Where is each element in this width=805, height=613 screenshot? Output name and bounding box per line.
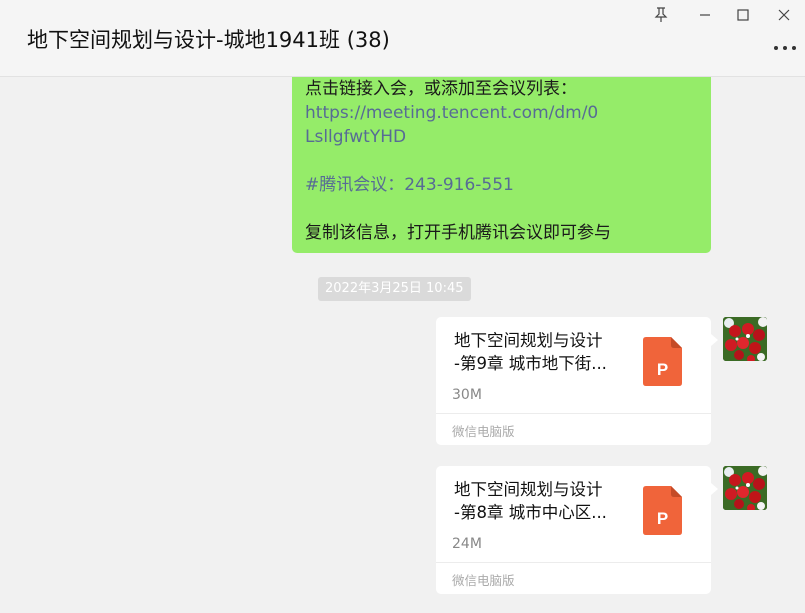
bubble-arrow — [711, 334, 718, 346]
file-size: 30M — [452, 387, 482, 403]
file-message-card[interactable]: 地下空间规划与设计 -第9章 城市地下街... P 30M 微信电脑版 — [436, 317, 711, 445]
file-source-label: 微信电脑版 — [452, 573, 515, 588]
close-icon[interactable] — [774, 5, 794, 25]
divider — [436, 562, 711, 563]
message-list[interactable]: 点击链接入会，或添加至会议列表： https://meeting.tencent… — [0, 77, 805, 613]
rose-bouquet-avatar[interactable] — [723, 466, 767, 510]
ppt-file-icon: P — [643, 337, 682, 386]
file-name: 地下空间规划与设计 -第8章 城市中心区... — [454, 480, 607, 522]
meeting-join-text: 点击链接入会，或添加至会议列表： — [305, 79, 577, 99]
svg-text:P: P — [657, 509, 668, 528]
bubble-arrow — [711, 483, 718, 495]
divider — [436, 413, 711, 414]
chat-header: 地下空间规划与设计-城地1941班 (38) — [0, 0, 805, 77]
chat-title: 地下空间规划与设计-城地1941班 (38) — [27, 28, 390, 52]
rose-bouquet-avatar[interactable] — [723, 317, 767, 361]
minimize-icon[interactable] — [695, 5, 715, 25]
maximize-icon[interactable] — [733, 5, 753, 25]
pin-icon[interactable] — [651, 5, 671, 25]
meeting-message-bubble[interactable]: 点击链接入会，或添加至会议列表： https://meeting.tencent… — [292, 77, 711, 253]
file-size: 24M — [452, 536, 482, 552]
file-source-label: 微信电脑版 — [452, 424, 515, 439]
ppt-file-icon: P — [643, 486, 682, 535]
message-timestamp: 2022年3月25日 10:45 — [318, 277, 471, 301]
meeting-link-part1[interactable]: https://meeting.tencent.com/dm/0 — [305, 101, 697, 125]
meeting-id-hashtag[interactable]: #腾讯会议：243-916-551 — [305, 173, 697, 197]
more-icon[interactable] — [774, 44, 796, 52]
meeting-instruction: 复制该信息，打开手机腾讯会议即可参与 — [305, 223, 611, 243]
svg-text:P: P — [657, 360, 668, 379]
meeting-link-part2[interactable]: LsllgfwtYHD — [305, 125, 697, 149]
file-name: 地下空间规划与设计 -第9章 城市地下街... — [454, 331, 607, 373]
file-message-card[interactable]: 地下空间规划与设计 -第8章 城市中心区... P 24M 微信电脑版 — [436, 466, 711, 594]
